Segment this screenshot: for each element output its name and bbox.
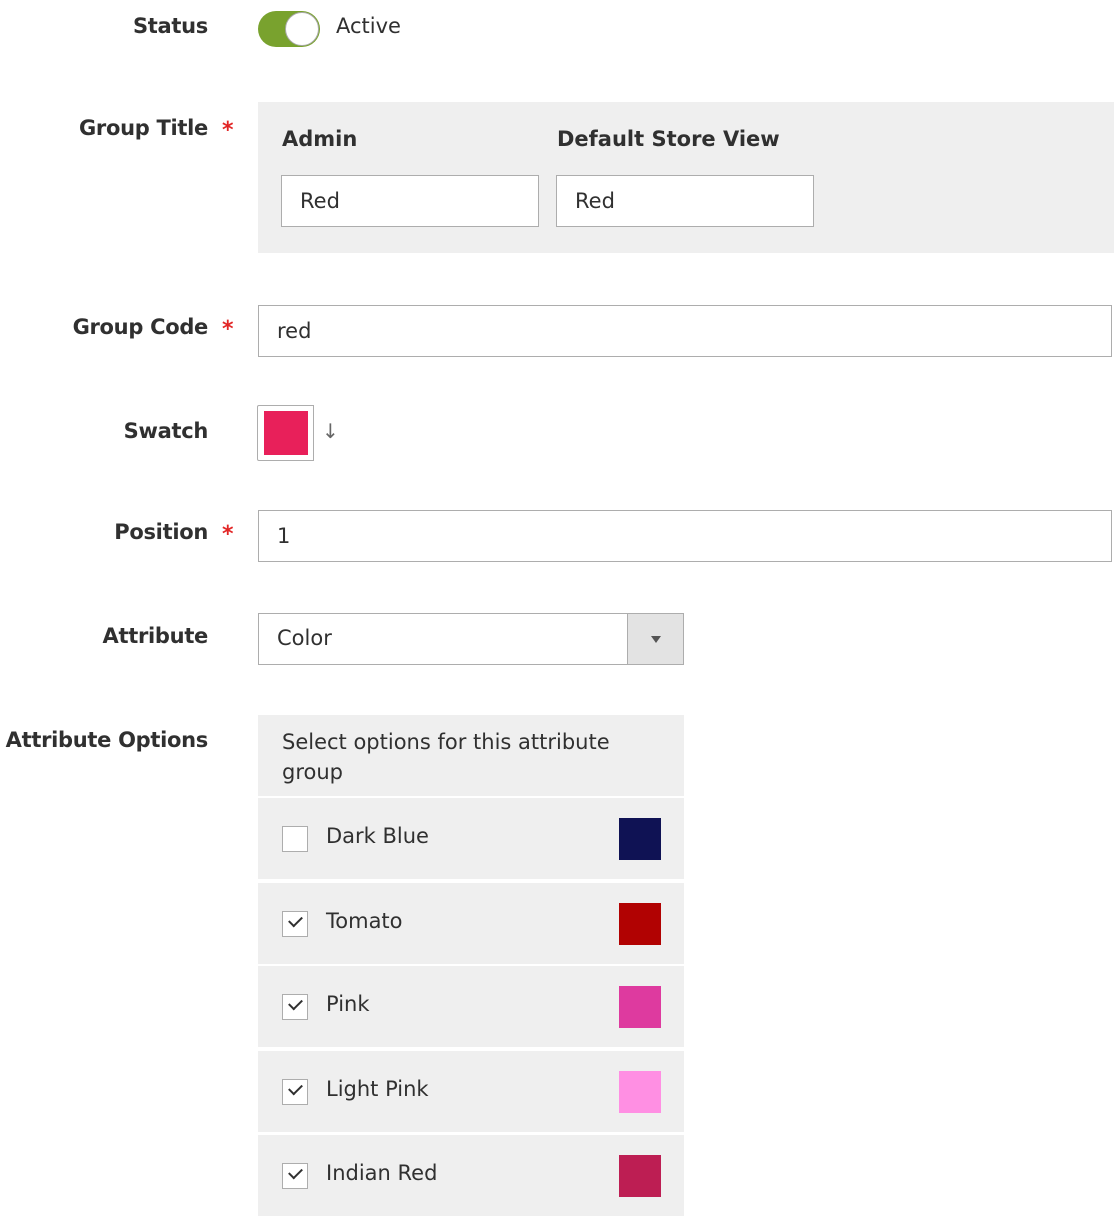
status-label: Status (132, 14, 208, 38)
position-required-mark: * (222, 522, 234, 547)
status-toggle[interactable] (258, 11, 320, 47)
option-color-swatch (619, 986, 661, 1028)
attribute-group-form: Status Active Group Title * Admin Defaul… (0, 0, 1114, 1216)
swatch-color-preview (264, 411, 308, 455)
checkmark-icon (288, 1164, 303, 1180)
caret-down-icon (651, 636, 661, 643)
option-label: Indian Red (326, 1161, 438, 1185)
admin-title-input[interactable] (281, 175, 539, 227)
group-code-required-mark: * (222, 317, 234, 342)
checkmark-icon (288, 995, 303, 1011)
option-color-swatch (619, 818, 661, 860)
attribute-option-row[interactable]: Pink (258, 964, 684, 1047)
store-view-column-header: Default Store View (557, 127, 780, 151)
option-label: Pink (326, 992, 370, 1016)
attribute-option-row[interactable]: Dark Blue (258, 796, 684, 879)
swatch-picker[interactable]: ↓ (257, 405, 342, 461)
option-label: Light Pink (326, 1077, 429, 1101)
swatch-label: Swatch (123, 419, 209, 443)
position-input[interactable] (258, 510, 1112, 562)
toggle-knob (285, 12, 319, 46)
attribute-select-button[interactable] (627, 614, 683, 664)
group-code-input[interactable] (258, 305, 1112, 357)
status-value-text: Active (336, 14, 401, 38)
attribute-options-header: Select options for this attribute group (258, 715, 684, 796)
option-label: Dark Blue (326, 824, 429, 848)
option-checkbox[interactable] (282, 1079, 308, 1105)
position-label: Position (114, 520, 208, 544)
option-color-swatch (619, 1155, 661, 1197)
option-checkbox[interactable] (282, 826, 308, 852)
attribute-label: Attribute (102, 624, 209, 648)
attribute-option-row[interactable]: Indian Red (258, 1133, 684, 1216)
option-checkbox[interactable] (282, 1163, 308, 1189)
attribute-options-label: Attribute Options (5, 728, 209, 752)
group-title-label: Group Title (78, 116, 208, 140)
attribute-select-value: Color (277, 626, 332, 650)
attribute-select[interactable]: Color (258, 613, 684, 665)
store-view-title-input[interactable] (556, 175, 814, 227)
swatch-dropdown-toggle[interactable]: ↓ (313, 405, 342, 461)
group-code-label: Group Code (72, 315, 209, 339)
checkmark-icon (288, 1080, 303, 1096)
option-checkbox[interactable] (282, 994, 308, 1020)
group-title-required-mark: * (222, 118, 234, 143)
arrow-down-icon: ↓ (322, 419, 339, 443)
option-color-swatch (619, 1071, 661, 1113)
attribute-option-row[interactable]: Light Pink (258, 1049, 684, 1132)
admin-column-header: Admin (282, 127, 358, 151)
attribute-option-row[interactable]: Tomato (258, 881, 684, 964)
checkmark-icon (288, 912, 303, 928)
option-label: Tomato (326, 909, 403, 933)
option-color-swatch (619, 903, 661, 945)
option-checkbox[interactable] (282, 911, 308, 937)
